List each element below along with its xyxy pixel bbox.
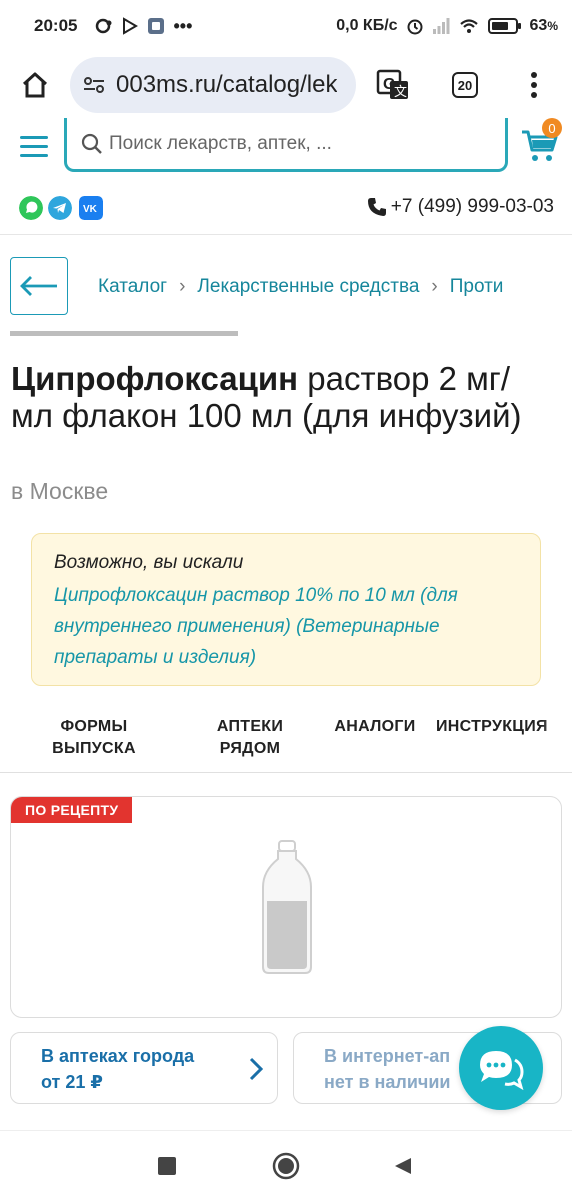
city-pharmacies-title: В аптеках города (41, 1046, 195, 1066)
breadcrumb-catalog[interactable]: Каталог (98, 276, 167, 298)
url-text: 003ms.ru/catalog/lek (116, 71, 338, 98)
square-icon (158, 1157, 176, 1175)
svg-text:文: 文 (394, 84, 407, 99)
tab-forms[interactable]: ФОРМЫ ВЫПУСКА (50, 716, 138, 760)
clock: 20:05 (34, 16, 78, 35)
arrow-left-icon (20, 276, 57, 296)
svg-text:VK: VK (83, 204, 98, 215)
tab-pharmacies[interactable]: АПТЕКИ РЯДОМ (210, 716, 290, 760)
suggestion-link[interactable]: Ципрофлоксацин раствор 10% по 10 мл (для… (54, 580, 518, 673)
circle-icon (272, 1152, 300, 1180)
suggestion-heading: Возможно, вы искали (54, 552, 244, 573)
play-store-icon (123, 17, 139, 35)
search-placeholder: Поиск лекарств, аптек, ... (109, 132, 332, 154)
phone-icon (367, 198, 386, 216)
system-nav-bar (0, 1130, 572, 1200)
home-nav-button[interactable] (271, 1151, 301, 1181)
breadcrumb: Каталог › Лекарственные средства › Проти (98, 274, 572, 300)
chat-icon (480, 1051, 524, 1091)
address-bar[interactable]: 003ms.ru/catalog/lek (70, 57, 356, 113)
tabs-button[interactable]: 20 (430, 52, 500, 118)
menu-icon[interactable] (20, 132, 50, 157)
tab-pharmacies-line2: РЯДОМ (219, 740, 281, 757)
header-divider (0, 234, 572, 235)
tab-pharmacies-line1: АПТЕКИ (216, 718, 284, 735)
home-icon (22, 72, 48, 98)
battery-level: 63% (529, 17, 558, 34)
tab-analogs[interactable]: АНАЛОГИ (328, 716, 422, 738)
search-icon (81, 133, 102, 154)
tab-forms-line2: ВЫПУСКА (52, 740, 136, 757)
chevron-right-icon (249, 1057, 263, 1081)
wifi-icon (459, 19, 478, 33)
product-card: ПО РЕЦЕПТУ (10, 796, 562, 1018)
tabs-fade (542, 716, 572, 756)
triangle-back-icon (395, 1158, 411, 1174)
suggestion-box: Возможно, вы искали Ципрофлоксацин раств… (31, 533, 541, 686)
translate-icon: G文 (376, 69, 408, 99)
contacts-row: VK +7 (499) 999-03-03 (0, 196, 572, 226)
search-input[interactable]: Поиск лекарств, аптек, ... (64, 118, 508, 172)
tabs-count: 20 (452, 72, 478, 98)
bottle-image (262, 840, 312, 974)
product-name: Ципрофлоксацин (11, 360, 299, 397)
breadcrumb-separator: › (179, 276, 186, 297)
more-notifications-icon: ••• (173, 15, 193, 36)
phone-number: +7 (499) 999-03-03 (390, 196, 554, 217)
breadcrumb-category[interactable]: Проти (450, 276, 504, 298)
telegram-icon[interactable] (48, 196, 72, 220)
recents-button[interactable] (152, 1151, 182, 1181)
product-tabs: ФОРМЫ ВЫПУСКА АПТЕКИ РЯДОМ АНАЛОГИ ИНСТР… (0, 716, 572, 774)
alarm-icon (407, 19, 423, 35)
cart-badge: 0 (542, 118, 562, 138)
browser-toolbar: 003ms.ru/catalog/lek G文 20 (0, 52, 572, 118)
page-title: Ципрофлоксацин раствор 2 мг/мл флакон 10… (11, 360, 551, 434)
chat-button[interactable] (459, 1026, 543, 1110)
city-pharmacies-card[interactable]: В аптеках города от 21 ₽ (10, 1032, 278, 1104)
breadcrumb-separator: › (431, 276, 438, 297)
back-button[interactable] (10, 257, 68, 315)
prescription-badge: ПО РЕЦЕПТУ (11, 797, 133, 823)
status-bar: 20:05 ••• 0,0 КБ/с 63% (0, 0, 572, 52)
home-button[interactable] (0, 52, 70, 118)
vk-icon[interactable]: VK (79, 196, 103, 220)
browser-menu-button[interactable] (500, 52, 568, 118)
battery-icon (487, 18, 521, 34)
phone-link[interactable]: +7 (499) 999-03-03 (367, 196, 554, 218)
site-header: Поиск лекарств, аптек, ... 0 (0, 118, 572, 178)
breadcrumb-medicines[interactable]: Лекарственные средства (197, 276, 419, 298)
notification-icon (96, 18, 112, 34)
translate-button[interactable]: G文 (356, 52, 430, 118)
app-notification-icon (148, 18, 165, 34)
net-speed: 0,0 КБ/с (336, 17, 398, 34)
back-nav-button[interactable] (388, 1151, 418, 1181)
site-settings-icon[interactable] (82, 73, 106, 97)
more-vert-icon (531, 72, 537, 98)
breadcrumb-scrollbar[interactable] (10, 331, 238, 336)
city-price: от 21 ₽ (41, 1072, 103, 1092)
cart-button[interactable]: 0 (520, 118, 564, 162)
tab-forms-line1: ФОРМЫ (60, 718, 128, 735)
city-label: в Москве (11, 478, 109, 504)
tab-analogs-label: АНАЛОГИ (334, 718, 416, 735)
tabs-divider (0, 772, 572, 773)
signal-icon (432, 18, 450, 34)
whatsapp-icon[interactable] (19, 196, 43, 220)
